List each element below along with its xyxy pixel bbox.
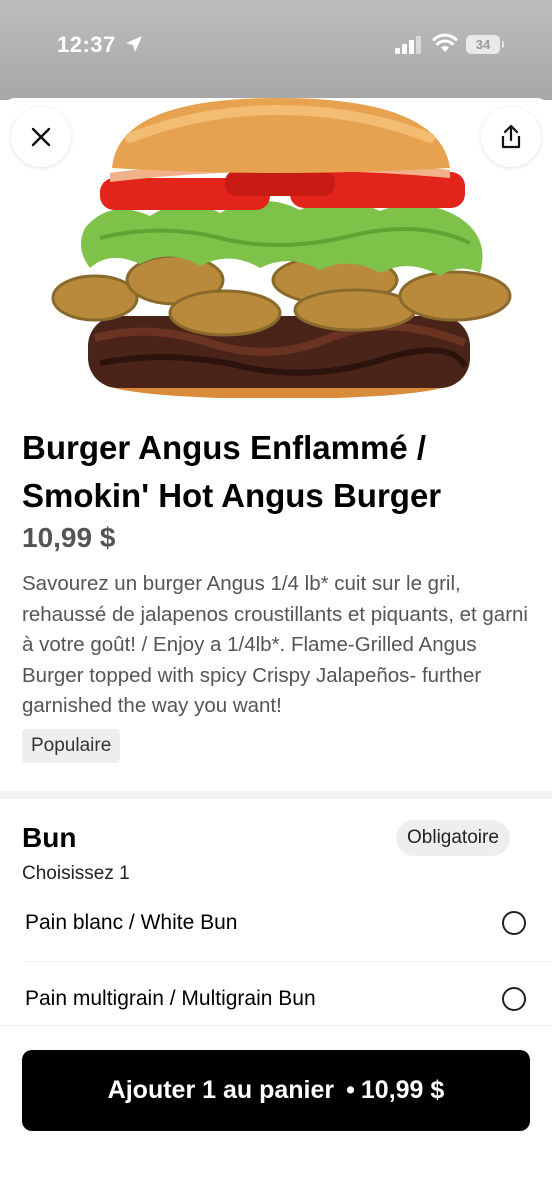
- option-label: Pain blanc / White Bun: [25, 911, 238, 934]
- item-price: 10,99 $: [22, 522, 116, 553]
- option-divider: [25, 961, 552, 962]
- add-to-cart-label: Ajouter 1 au panier: [107, 1076, 335, 1104]
- item-description: Savourez un burger Angus 1/4 lb* cuit su…: [22, 572, 528, 717]
- bottom-bar: Ajouter 1 au panier • 10,99 $: [0, 1026, 552, 1200]
- options-group-subtitle: Choisissez 1: [22, 863, 130, 884]
- separator-dot: •: [346, 1076, 355, 1104]
- option-white-bun[interactable]: Pain blanc / White Bun: [25, 891, 530, 955]
- item-title: Burger Angus Enflammé / Smokin' Hot Angu…: [22, 429, 442, 514]
- radio-button[interactable]: [502, 911, 526, 935]
- status-time: 12:37: [57, 32, 116, 57]
- share-icon: [501, 124, 521, 149]
- status-bar: 12:37 34: [0, 0, 552, 100]
- signal-icon: [395, 36, 421, 54]
- radio-button[interactable]: [502, 987, 526, 1011]
- add-to-cart-price: 10,99 $: [360, 1076, 445, 1104]
- location-arrow-icon: [126, 36, 142, 52]
- battery-icon: 34: [466, 35, 504, 54]
- close-button[interactable]: [11, 107, 71, 167]
- option-multigrain-bun[interactable]: Pain multigrain / Multigrain Bun: [25, 967, 530, 1031]
- item-image: [0, 98, 552, 398]
- add-to-cart-button[interactable]: Ajouter 1 au panier • 10,99 $: [22, 1050, 530, 1131]
- option-label: Pain multigrain / Multigrain Bun: [25, 987, 316, 1010]
- wifi-icon: [432, 33, 458, 52]
- close-icon: [31, 127, 51, 147]
- share-button[interactable]: [481, 107, 541, 167]
- required-badge: Obligatoire: [396, 820, 510, 856]
- screen: 12:37 34 Burger Angus Enflammé / Smokin'…: [0, 0, 552, 1200]
- popular-badge: Populaire: [22, 729, 121, 763]
- options-group-title: Bun: [22, 822, 77, 853]
- section-divider: [0, 791, 552, 799]
- battery-level: 34: [475, 37, 491, 52]
- item-sheet: Burger Angus Enflammé / Smokin' Hot Angu…: [0, 98, 552, 1200]
